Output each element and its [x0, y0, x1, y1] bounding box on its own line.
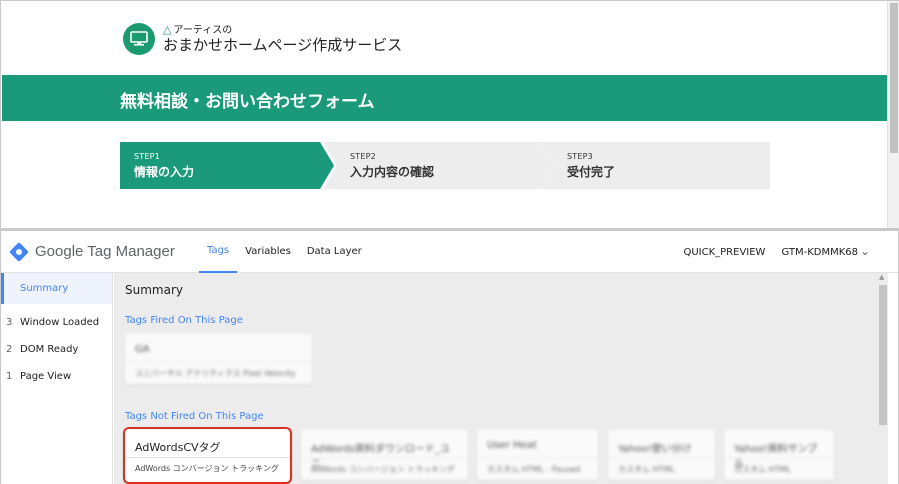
tag-name: Yahoo!資料サンプル	[734, 444, 818, 470]
tag-card[interactable]: AdWords資料ダウンロード_ユニ AdWords コンバージョン トラッキン…	[301, 430, 468, 480]
step-label: 情報の入力	[134, 165, 195, 179]
gtm-logo: Google Tag Manager	[9, 241, 175, 262]
sidebar-item-label: DOM Ready	[20, 344, 79, 355]
gtm-tabs: Tags Variables Data Layer	[199, 231, 370, 273]
tag-name: Yahoo!使い分け	[618, 444, 692, 455]
tag-type: カスタム HTML	[724, 458, 834, 480]
tab-variables[interactable]: Variables	[237, 231, 299, 273]
step-1: STEP1 情報の入力	[120, 142, 334, 189]
sidebar-item-dom-ready[interactable]: 2 DOM Ready	[1, 336, 112, 363]
sidebar-item-window-loaded[interactable]: 3 Window Loaded	[1, 309, 112, 336]
gtm-title: Google Tag Manager	[35, 243, 175, 260]
tag-type: カスタム HTML - Paused	[477, 458, 598, 480]
step-label: 受付完了	[567, 165, 616, 179]
event-index: 1	[6, 371, 13, 382]
site-logo[interactable]: △ アーティスの おまかせホームページ作成サービス	[123, 23, 402, 55]
sidebar-item-label: Summary	[20, 283, 69, 294]
tag-name: AdWordsCVタグ	[135, 441, 221, 454]
sidebar-item-page-view[interactable]: 1 Page View	[1, 363, 112, 390]
sidebar-item-label: Page View	[20, 371, 72, 382]
gtm-main: Summary Tags Fired On This Page GA ユニバーサ…	[114, 273, 886, 484]
sidebar-item-summary[interactable]: Summary	[1, 273, 112, 304]
page-title: 無料相談・お問い合わせフォーム	[120, 92, 375, 112]
summary-heading: Summary	[125, 283, 183, 297]
container-id: GTM-KDMMK68	[781, 246, 858, 258]
preview-mode: QUICK_PREVIEW	[683, 246, 766, 258]
tag-manager-icon	[9, 241, 29, 262]
tag-card[interactable]: Yahoo!資料サンプル カスタム HTML	[724, 430, 834, 480]
tag-card[interactable]: GA ユニバーサル アナリティクス Pixel Velocity	[125, 334, 312, 384]
tag-type: ユニバーサル アナリティクス Pixel Velocity	[125, 362, 312, 384]
hero-banner: 無料相談・お問い合わせフォーム	[2, 75, 888, 121]
logo-company: アーティスの	[173, 24, 233, 36]
scrollbar-thumb[interactable]	[879, 285, 887, 425]
panel-scrollbar[interactable]: ▲	[878, 273, 888, 484]
form-steps: STEP1 情報の入力 STEP2 入力内容の確認 STEP3 受付完了	[120, 142, 770, 189]
tag-name: GA	[135, 344, 150, 355]
fired-tags-heading: Tags Fired On This Page	[125, 315, 243, 326]
logo-service-name: おまかせホームページ作成サービス	[163, 35, 403, 54]
step-number: STEP1	[134, 152, 160, 161]
step-number: STEP3	[567, 152, 593, 161]
scroll-up-icon[interactable]: ▲	[879, 273, 884, 281]
tab-data-layer[interactable]: Data Layer	[299, 231, 370, 273]
scrollbar-thumb[interactable]	[890, 3, 898, 153]
tag-card[interactable]: User Heat カスタム HTML - Paused	[477, 430, 598, 480]
gtm-sidebar: Summary 3 Window Loaded 2 DOM Ready 1 Pa…	[1, 273, 113, 484]
gtm-preview-panel: Google Tag Manager Tags Variables Data L…	[0, 228, 899, 484]
monitor-icon	[123, 23, 155, 55]
not-fired-tags-heading: Tags Not Fired On This Page	[125, 411, 264, 422]
gtm-header: Google Tag Manager Tags Variables Data L…	[1, 231, 898, 273]
tag-type: AdWords コンバージョン トラッキング	[125, 457, 290, 479]
triangle-icon: △	[163, 23, 172, 37]
tag-name: AdWords資料ダウンロード_ユニ	[311, 444, 450, 470]
step-2: STEP2 入力内容の確認	[323, 142, 554, 189]
event-index: 2	[6, 344, 13, 355]
chevron-down-icon[interactable]: ⌄	[860, 244, 870, 258]
step-number: STEP2	[350, 152, 376, 161]
tag-type: AdWords コンバージョン トラッキング	[301, 458, 468, 480]
sidebar-item-label: Window Loaded	[20, 317, 100, 328]
tag-type: カスタム HTML	[608, 458, 715, 480]
tag-card[interactable]: Yahoo!使い分け カスタム HTML	[608, 430, 715, 480]
tag-name: User Heat	[487, 440, 537, 451]
tag-card-adwords-cv[interactable]: AdWordsCVタグ AdWords コンバージョン トラッキング	[123, 427, 292, 484]
event-index: 3	[6, 317, 13, 328]
tab-tags[interactable]: Tags	[199, 231, 238, 273]
step-label: 入力内容の確認	[350, 165, 435, 179]
website-area: △ アーティスの おまかせホームページ作成サービス 無料相談・お問い合わせフォーム…	[0, 0, 899, 229]
page-scrollbar[interactable]	[887, 1, 899, 229]
step-3: STEP3 受付完了	[540, 142, 770, 189]
